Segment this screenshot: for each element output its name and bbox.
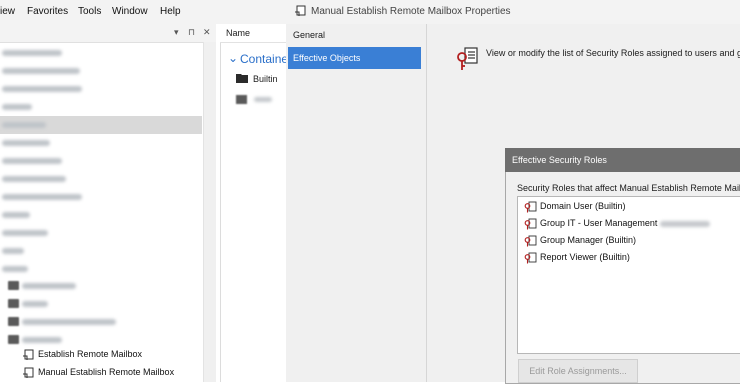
tree-item[interactable]	[0, 295, 202, 313]
nav-general[interactable]: General	[288, 24, 421, 46]
tree-item-label: Manual Establish Remote Mailbox	[38, 367, 175, 377]
security-role-icon	[457, 47, 478, 70]
tree-item[interactable]	[0, 188, 202, 206]
role-label: Report Viewer (Builtin)	[540, 252, 630, 262]
security-role-icon	[524, 235, 537, 247]
tree-item-label: Establish Remote Mailbox	[38, 349, 143, 359]
list-item[interactable]	[254, 97, 272, 102]
tree-item[interactable]	[0, 152, 202, 170]
name-column-header[interactable]: Name	[226, 28, 250, 38]
nav-label: Effective Objects	[293, 53, 361, 63]
folder-icon	[8, 299, 19, 308]
tree-item[interactable]	[0, 277, 202, 295]
chevron-down-icon[interactable]: ⌄	[228, 51, 238, 65]
workflow-icon	[23, 367, 34, 378]
nav-label: General	[293, 30, 326, 40]
tree-item[interactable]	[0, 206, 202, 224]
role-label: Group IT - User Management	[540, 218, 658, 228]
dialog-description: View or modify the list of Security Role…	[486, 48, 740, 58]
esr-title-bar: Effective Security Roles	[505, 148, 740, 172]
tree-item-establish-remote-mailbox[interactable]: Establish Remote Mailbox	[0, 346, 202, 364]
workflow-icon	[295, 5, 306, 16]
tree-item[interactable]	[0, 134, 202, 152]
redacted-text	[660, 221, 710, 227]
tree-scrollbar[interactable]	[203, 42, 216, 382]
role-item[interactable]: Group IT - User Management	[522, 216, 737, 232]
tree-item-selected[interactable]	[0, 116, 202, 134]
folder-icon	[8, 335, 19, 344]
security-role-icon	[524, 218, 537, 230]
menu-window[interactable]: Window	[112, 6, 148, 17]
tree-item[interactable]	[0, 313, 202, 331]
menu-favorites[interactable]: Favorites	[27, 6, 68, 17]
role-label: Group Manager (Builtin)	[540, 235, 637, 245]
esr-title: Effective Security Roles	[512, 155, 607, 165]
folder-icon	[8, 281, 19, 290]
tree-toolbar: ▾ ⊓ ✕	[0, 24, 216, 43]
tree-item[interactable]	[0, 224, 202, 242]
tree-item[interactable]	[0, 242, 202, 260]
menu-tools[interactable]: Tools	[78, 6, 101, 17]
esr-subtitle: Security Roles that affect Manual Establ…	[517, 183, 740, 193]
list-header: Name	[220, 24, 286, 43]
security-role-icon	[524, 252, 537, 264]
role-item[interactable]: Domain User (Builtin)	[522, 199, 737, 215]
dropdown-icon[interactable]: ▾	[174, 27, 179, 38]
dialog-title: Manual Establish Remote Mailbox Properti…	[311, 6, 511, 17]
tree-item[interactable]	[0, 62, 202, 80]
dialog-nav: General Effective Objects	[286, 24, 427, 382]
dialog-title-bar: Manual Establish Remote Mailbox Properti…	[286, 0, 740, 24]
workflow-icon	[23, 349, 34, 360]
menu-help[interactable]: Help	[160, 6, 181, 17]
menu-view[interactable]: iew	[0, 6, 15, 17]
tree-item[interactable]	[0, 98, 202, 116]
role-item[interactable]: Report Viewer (Builtin)	[522, 250, 737, 266]
edit-role-assignments-button[interactable]: Edit Role Assignments...	[518, 359, 638, 383]
tree-item[interactable]	[0, 44, 202, 62]
tree-item[interactable]	[0, 260, 202, 278]
roles-list[interactable]: Domain User (Builtin) Group IT - User Ma…	[517, 196, 740, 354]
tree-item-manual-establish-remote-mailbox[interactable]: Manual Establish Remote Mailbox	[0, 364, 202, 382]
role-item[interactable]: Group Manager (Builtin)	[522, 233, 737, 249]
folder-icon	[236, 95, 247, 104]
security-role-icon	[524, 201, 537, 213]
tree-item[interactable]	[0, 80, 202, 98]
builtin-item[interactable]: Builtin	[253, 74, 278, 84]
menu-bar: iew Favorites Tools Window Help	[0, 0, 290, 24]
pin-icon[interactable]: ⊓	[188, 27, 195, 38]
group-label: Containe	[240, 52, 289, 66]
folder-icon	[236, 74, 248, 83]
tree-item[interactable]	[0, 170, 202, 188]
role-label: Domain User (Builtin)	[540, 201, 626, 211]
folder-icon	[8, 317, 19, 326]
close-icon[interactable]: ✕	[203, 27, 211, 38]
nav-effective-objects[interactable]: Effective Objects	[288, 47, 421, 69]
